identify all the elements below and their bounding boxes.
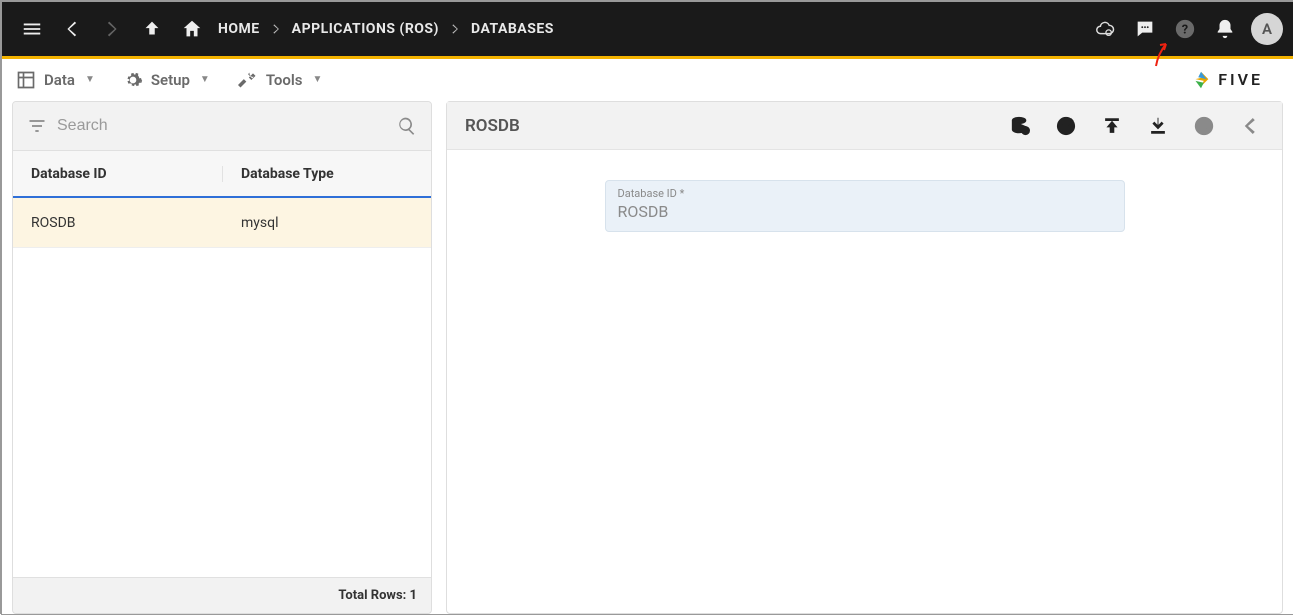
brand-logo: FIVE [1190, 69, 1279, 91]
menu-data-label: Data [44, 71, 75, 89]
cell-database-type: mysql [223, 215, 431, 231]
svg-text:?: ? [1182, 23, 1188, 38]
menu-setup[interactable]: Setup ▼ [123, 70, 210, 90]
menu-data[interactable]: Data ▼ [16, 70, 95, 90]
search-icon[interactable] [397, 116, 417, 136]
add-database-icon[interactable] [1006, 112, 1034, 140]
search-input[interactable] [57, 117, 387, 135]
avatar[interactable]: A [1251, 13, 1283, 45]
breadcrumb-databases[interactable]: DATABASES [465, 21, 560, 37]
chevron-down-icon: ▼ [313, 74, 323, 85]
up-icon[interactable] [132, 9, 172, 49]
detail-title: ROSDB [465, 116, 520, 136]
filter-icon[interactable] [27, 116, 47, 136]
database-list-panel: Database ID Database Type ROSDB mysql To… [12, 101, 432, 614]
table-row[interactable]: ROSDB mysql [13, 198, 431, 248]
help-icon[interactable]: ? [1165, 9, 1205, 49]
back-arrow-icon[interactable] [1236, 112, 1264, 140]
field-label: Database ID * [618, 187, 1112, 200]
download-icon[interactable] [1144, 112, 1172, 140]
back-icon[interactable] [52, 9, 92, 49]
database-detail-panel: ROSDB [446, 101, 1283, 614]
menu-icon[interactable] [12, 9, 52, 49]
breadcrumb-home[interactable]: HOME [212, 21, 266, 37]
upload-icon[interactable] [1098, 112, 1126, 140]
sync-database-icon[interactable] [1052, 112, 1080, 140]
column-database-type[interactable]: Database Type [223, 166, 431, 182]
chevron-down-icon: ▼ [200, 74, 210, 85]
field-value: ROSDB [618, 202, 1112, 221]
chevron-right-icon [266, 22, 286, 36]
menu-tools-label: Tools [266, 71, 303, 89]
menu-setup-label: Setup [151, 71, 190, 89]
chevron-down-icon: ▼ [85, 74, 95, 85]
chevron-right-icon [445, 22, 465, 36]
table-footer: Total Rows: 1 [13, 577, 431, 613]
breadcrumb-applications[interactable]: APPLICATIONS (ROS) [286, 21, 445, 37]
menu-tools[interactable]: Tools ▼ [238, 70, 323, 90]
table-header: Database ID Database Type [13, 150, 431, 198]
chat-icon[interactable] [1125, 9, 1165, 49]
database-id-field[interactable]: Database ID * ROSDB [605, 180, 1125, 232]
brand-label: FIVE [1218, 70, 1263, 89]
history-icon[interactable] [1190, 112, 1218, 140]
bell-icon[interactable] [1205, 9, 1245, 49]
column-database-id[interactable]: Database ID [13, 166, 223, 182]
home-icon[interactable] [172, 9, 212, 49]
cell-database-id: ROSDB [13, 215, 223, 231]
forward-icon [92, 9, 132, 49]
cloud-icon[interactable] [1085, 9, 1125, 49]
